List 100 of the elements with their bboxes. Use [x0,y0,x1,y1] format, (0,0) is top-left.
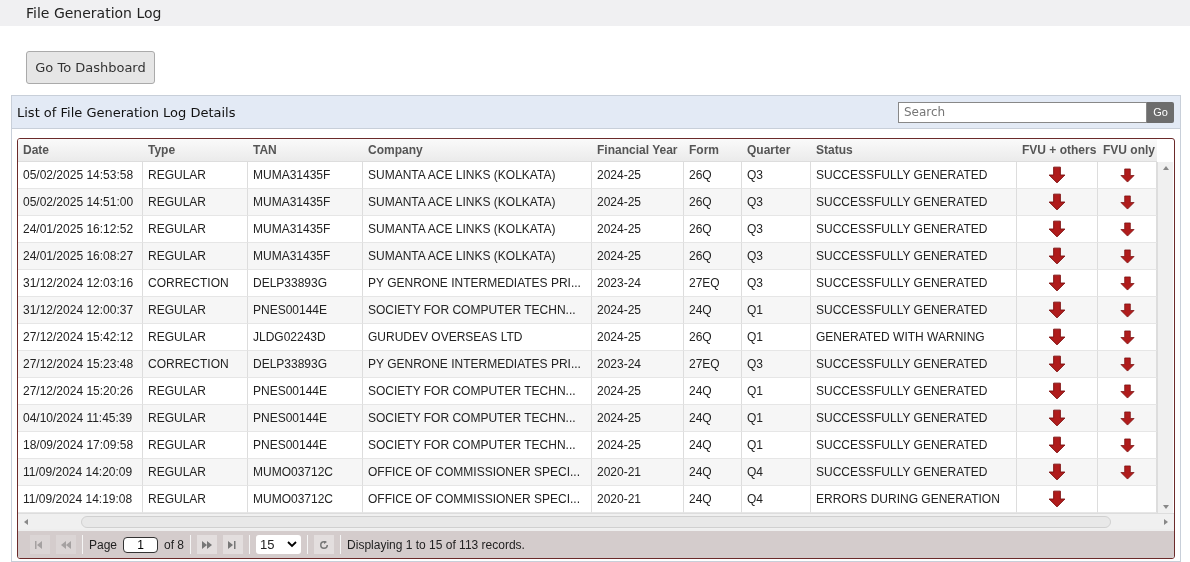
download-arrow-icon[interactable] [1119,329,1135,345]
table-cell: 26Q [684,162,742,189]
download-arrow-icon[interactable] [1048,301,1066,319]
table-cell: REGULAR [143,405,248,432]
table-cell: PY GENRONE INTERMEDIATES PRI... [363,351,592,378]
download-arrow-icon[interactable] [1048,220,1066,238]
last-page-icon[interactable] [223,535,244,554]
download-arrow-icon[interactable] [1119,437,1135,453]
download-arrow-icon[interactable] [1119,167,1135,183]
horizontal-scrollbar[interactable] [18,513,1174,529]
download-arrow-icon[interactable] [1119,410,1135,426]
table-cell: REGULAR [143,432,248,459]
table-cell: 2023-24 [592,270,684,297]
table-cell: Q1 [742,405,811,432]
go-button[interactable]: Go [1147,101,1174,123]
table-cell: OFFICE OF COMMISSIONER SPECI... [363,486,592,513]
search-field[interactable]: Search [898,101,1147,123]
table-cell: REGULAR [143,216,248,243]
table-cell: Q1 [742,432,811,459]
page-size-select[interactable]: 15 [256,535,302,554]
table-cell: Q3 [742,189,811,216]
table-cell: DELP33893G [248,351,363,378]
download-arrow-icon[interactable] [1048,274,1066,292]
table-cell: SUCCESSFULLY GENERATED [811,297,1017,324]
table-cell: SUCCESSFULLY GENERATED [811,378,1017,405]
table-cell: CORRECTION [143,270,248,297]
dashboard-button[interactable]: Go To Dashboard [26,51,155,84]
column-header[interactable]: Status [811,139,1017,162]
table-cell: 26Q [684,324,742,351]
download-arrow-icon[interactable] [1048,436,1066,454]
download-arrow-icon[interactable] [1048,463,1066,481]
table-cell: SUCCESSFULLY GENERATED [811,243,1017,270]
download-arrow-icon[interactable] [1048,490,1066,508]
table-cell: ERRORS DURING GENERATION [811,486,1017,513]
table-cell: MUMO03712C [248,459,363,486]
table-cell: SUMANTA ACE LINKS (KOLKATA) [363,216,592,243]
table-cell: 05/02/2025 14:53:58 [18,162,143,189]
table-cell: Q3 [742,351,811,378]
column-header[interactable]: Type [143,139,248,162]
table-cell: 2024-25 [592,324,684,351]
table-cell: 27EQ [684,270,742,297]
table-cell: 24Q [684,459,742,486]
table-cell: 26Q [684,189,742,216]
table-cell: 04/10/2024 11:45:39 [18,405,143,432]
table-cell: PNES00144E [248,378,363,405]
column-header[interactable]: Date [18,139,143,162]
column-header[interactable]: Form [684,139,742,162]
column-header[interactable]: FVU only [1098,139,1157,162]
download-arrow-icon[interactable] [1048,328,1066,346]
table-cell: SUCCESSFULLY GENERATED [811,351,1017,378]
table-cell: REGULAR [143,189,248,216]
table-cell: 26Q [684,243,742,270]
download-arrow-icon[interactable] [1119,356,1135,372]
table-cell: 05/02/2025 14:51:00 [18,189,143,216]
table-cell: SUMANTA ACE LINKS (KOLKATA) [363,162,592,189]
table-cell: REGULAR [143,243,248,270]
column-header[interactable]: Financial Year [592,139,684,162]
column-header[interactable]: FVU + others [1017,139,1098,162]
table-cell: 2020-21 [592,459,684,486]
column-header[interactable]: Company [363,139,592,162]
download-arrow-icon[interactable] [1119,221,1135,237]
download-arrow-icon[interactable] [1119,275,1135,291]
table-cell: JLDG02243D [248,324,363,351]
table-cell: 24/01/2025 16:12:52 [18,216,143,243]
table-cell: 2020-21 [592,486,684,513]
table-cell: SOCIETY FOR COMPUTER TECHN... [363,405,592,432]
table-cell: REGULAR [143,459,248,486]
column-header[interactable]: TAN [248,139,363,162]
scroll-left-icon[interactable] [22,517,30,526]
table-cell: Q3 [742,162,811,189]
scroll-right-icon[interactable] [1162,517,1170,526]
download-arrow-icon[interactable] [1119,248,1135,264]
download-arrow-icon[interactable] [1119,464,1135,480]
download-arrow-icon[interactable] [1048,193,1066,211]
scroll-up-icon[interactable] [1161,164,1170,172]
scroll-down-icon[interactable] [1161,503,1170,511]
table-cell: REGULAR [143,162,248,189]
refresh-icon[interactable] [314,535,335,554]
table-cell: REGULAR [143,378,248,405]
page-field[interactable]: 1 [123,536,159,553]
next-page-icon[interactable] [197,535,218,554]
table-cell: 24Q [684,378,742,405]
table-cell: 2024-25 [592,216,684,243]
download-arrow-icon[interactable] [1119,194,1135,210]
table-cell: 2024-25 [592,405,684,432]
download-arrow-icon[interactable] [1048,166,1066,184]
download-arrow-icon[interactable] [1119,383,1135,399]
table-cell: SUCCESSFULLY GENERATED [811,459,1017,486]
table-cell: OFFICE OF COMMISSIONER SPECI... [363,459,592,486]
download-arrow-icon[interactable] [1048,247,1066,265]
download-arrow-icon[interactable] [1119,302,1135,318]
download-arrow-icon[interactable] [1048,382,1066,400]
table-cell: 2024-25 [592,432,684,459]
vertical-scrollbar[interactable] [1157,162,1173,513]
table-cell: Q4 [742,459,811,486]
table-cell: Q4 [742,486,811,513]
download-arrow-icon[interactable] [1048,409,1066,427]
column-header[interactable]: Quarter [742,139,811,162]
table-cell: MUMA31435F [248,162,363,189]
download-arrow-icon[interactable] [1048,355,1066,373]
